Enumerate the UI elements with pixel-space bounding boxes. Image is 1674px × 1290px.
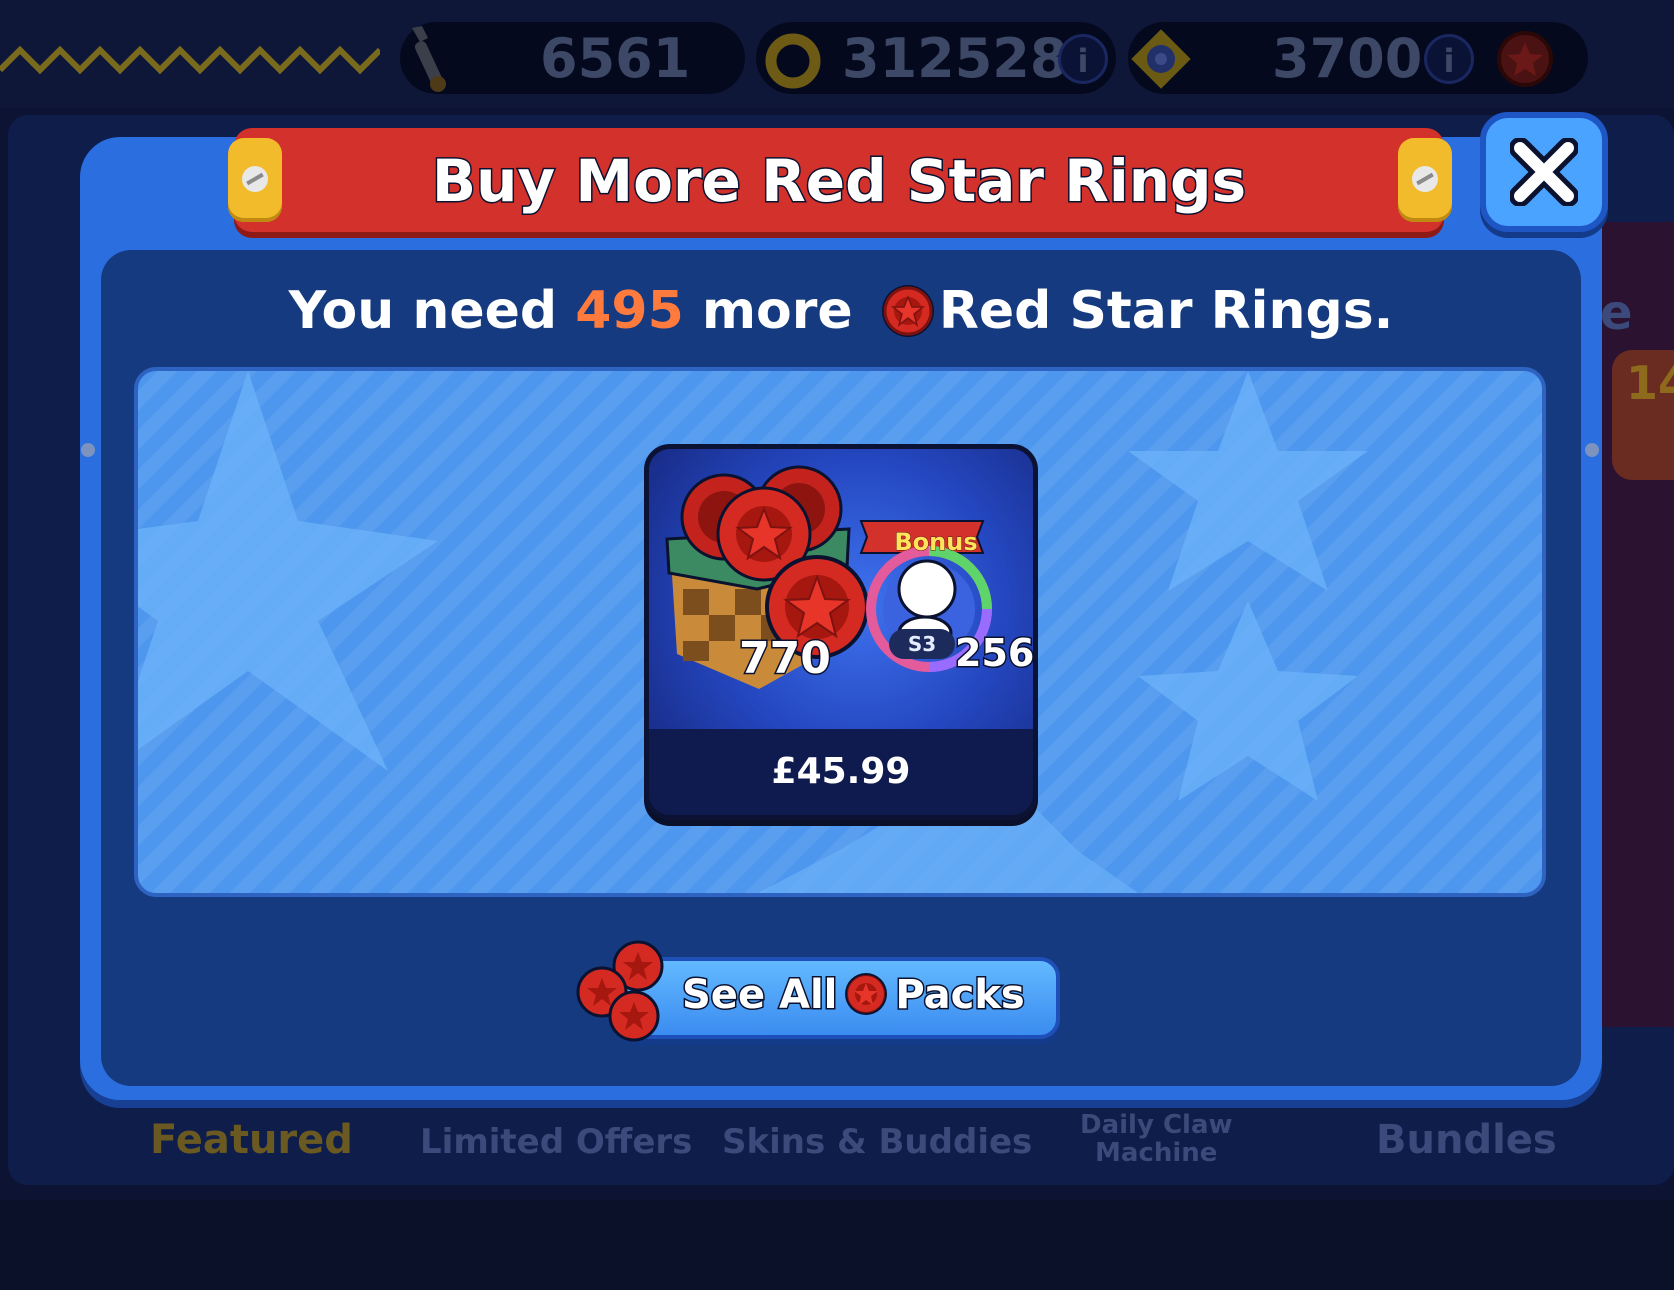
store-partial-badge: 14 xyxy=(1612,350,1674,480)
store-partial-text: e xyxy=(1600,285,1633,341)
season-badge: S3 xyxy=(889,629,955,659)
zigzag-decoration xyxy=(0,45,380,75)
wrench-icon xyxy=(412,26,446,92)
tab-daily-claw-machine[interactable]: Daily Claw Machine xyxy=(1080,1111,1233,1167)
bonus-quantity: 256 xyxy=(953,630,1035,677)
tab-daily-claw-line2: Machine xyxy=(1095,1138,1218,1168)
red-star-value: 3700 xyxy=(1272,27,1423,90)
close-button[interactable] xyxy=(1480,112,1608,232)
price-bar: £45.99 xyxy=(649,729,1033,815)
modal-title: Buy More Red Star Rings xyxy=(430,146,1247,217)
need-message: You need 495 more Red Star Rings. xyxy=(101,278,1581,346)
currency-bar: 6561 312528 i 3700 i xyxy=(0,0,1674,108)
gold-ring-icon xyxy=(765,33,821,89)
see-all-label: See All Packs xyxy=(680,962,1026,1028)
see-all-prefix: See All xyxy=(680,971,838,1020)
red-star-ring-icon xyxy=(845,973,888,1015)
tab-limited-offers[interactable]: Limited Offers xyxy=(420,1119,692,1165)
offer-quantity: 770 xyxy=(738,632,833,686)
bonus-label: Bonus xyxy=(894,528,978,557)
gear-token-icon xyxy=(1131,29,1191,89)
store-partial-badge-text: 14 xyxy=(1626,356,1674,410)
see-all-suffix: Packs xyxy=(894,971,1026,1020)
offer-price: £45.99 xyxy=(771,751,911,792)
ring-box-icon xyxy=(665,465,992,689)
store-tab-bar: Featured Limited Offers Skins & Buddies … xyxy=(0,1111,1674,1175)
need-middle: more xyxy=(701,281,853,341)
rings-value: 312528 xyxy=(842,27,1068,90)
red-star-rings-stack-icon xyxy=(576,940,664,1042)
red-star-ring-icon xyxy=(1497,31,1553,87)
parts-value: 6561 xyxy=(540,27,691,90)
need-amount: 495 xyxy=(575,281,684,341)
offer-art: Bonus 770 S3 256 xyxy=(649,449,1033,729)
tab-featured[interactable]: Featured xyxy=(150,1115,353,1165)
tab-skins-buddies[interactable]: Skins & Buddies xyxy=(722,1119,1032,1165)
need-suffix: Red Star Rings. xyxy=(938,281,1394,341)
offer-card[interactable]: Bonus 770 S3 256 £45.99 xyxy=(644,444,1038,820)
red-star-ring-icon xyxy=(881,285,934,337)
red-star-info-button[interactable]: i xyxy=(1424,34,1474,84)
rings-info-button[interactable]: i xyxy=(1058,34,1108,84)
close-icon xyxy=(1510,138,1578,206)
tab-bundles[interactable]: Bundles xyxy=(1376,1115,1557,1165)
modal-side-dot-left xyxy=(81,443,95,457)
modal-side-dot-right xyxy=(1585,443,1599,457)
need-prefix: You need xyxy=(288,281,558,341)
tab-daily-claw-line1: Daily Claw xyxy=(1080,1110,1233,1140)
bottom-strip xyxy=(0,1200,1674,1290)
